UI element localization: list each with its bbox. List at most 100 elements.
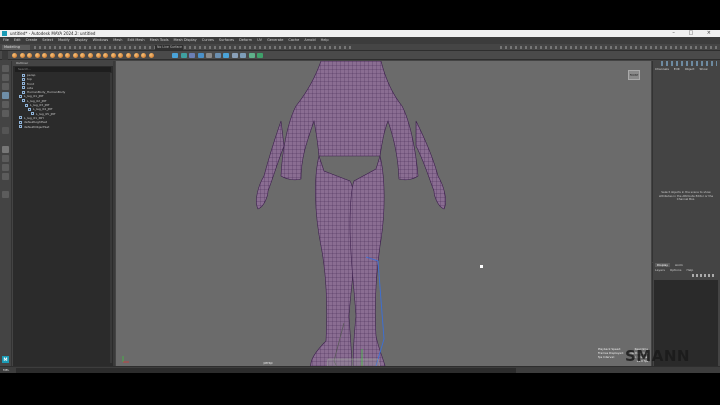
shelf-primitive-icon[interactable] xyxy=(50,53,55,58)
menu-file[interactable]: File xyxy=(3,38,9,42)
shelf-primitive-icon[interactable] xyxy=(80,53,86,58)
shelf-primitive-icon[interactable] xyxy=(126,53,131,58)
shelf-tool-icon[interactable] xyxy=(180,53,187,58)
shelf-primitive-icon[interactable] xyxy=(12,53,17,58)
menu-mesh-display[interactable]: Mesh Display xyxy=(174,38,197,42)
shelf-primitive-icon[interactable] xyxy=(34,53,40,58)
last-tool-icon[interactable] xyxy=(2,127,9,134)
layer-buttons[interactable] xyxy=(692,274,716,277)
shelf-tool-icon[interactable] xyxy=(240,53,246,58)
menu-edit[interactable]: Edit xyxy=(14,38,21,42)
shelf-tool-icon[interactable] xyxy=(223,53,229,58)
paint-select-icon[interactable] xyxy=(2,83,9,90)
outliner-scrollbar[interactable] xyxy=(110,73,112,363)
close-button[interactable]: × xyxy=(707,30,717,36)
command-language-label[interactable]: MEL xyxy=(3,368,9,372)
menu-modify[interactable]: Modify xyxy=(58,38,70,42)
shelf-tool-icon[interactable] xyxy=(248,53,255,58)
shelf-primitive-icon[interactable] xyxy=(88,53,93,58)
outliner-item[interactable]: defaultObjectSet xyxy=(13,125,113,129)
tab-anim[interactable]: Anim xyxy=(675,263,683,267)
shelf-tool-icon[interactable] xyxy=(257,53,263,58)
menu-create[interactable]: Create xyxy=(26,38,38,42)
menu-display[interactable]: Display xyxy=(75,38,88,42)
scale-tool-icon[interactable] xyxy=(2,110,9,117)
shelf-primitive-icon[interactable] xyxy=(57,53,63,58)
attribute-editor-icons[interactable] xyxy=(661,61,717,66)
ae-tab-object[interactable]: Object xyxy=(685,67,695,71)
body-mesh[interactable] xyxy=(256,61,446,366)
select-tool-icon[interactable] xyxy=(2,65,9,72)
persp-viewport[interactable]: FRONT Playback Speed: Real-time Frames Dis… xyxy=(116,61,651,366)
live-surface-field[interactable]: No Live Surface xyxy=(155,45,183,50)
single-perspective-icon[interactable] xyxy=(2,146,9,153)
menu-deform[interactable]: Deform xyxy=(239,38,252,42)
menu-mesh-tools[interactable]: Mesh Tools xyxy=(150,38,169,42)
shelf-tool-icon[interactable] xyxy=(197,53,204,58)
attribute-editor: Channels Edit Object Show Select objects in… xyxy=(652,61,718,262)
move-tool-icon[interactable] xyxy=(2,92,9,99)
lasso-tool-icon[interactable] xyxy=(2,74,9,81)
shelf-primitive-icon[interactable] xyxy=(27,53,33,58)
layer-menu-layers[interactable]: Layers xyxy=(655,268,665,272)
left-arm-mesh[interactable] xyxy=(256,120,285,210)
render-icons[interactable] xyxy=(500,46,720,49)
menu-mesh[interactable]: Mesh xyxy=(113,38,122,42)
shelf-tool-icon[interactable] xyxy=(214,53,221,58)
menu-cache[interactable]: Cache xyxy=(288,38,299,42)
foot-control[interactable] xyxy=(326,358,384,366)
menu-edit-mesh[interactable]: Edit Mesh xyxy=(127,38,144,42)
torso-mesh[interactable] xyxy=(280,61,419,181)
shelf-tool-icon[interactable] xyxy=(206,53,212,58)
view-cube[interactable]: FRONT xyxy=(628,70,640,80)
right-leg-mesh[interactable] xyxy=(349,154,386,366)
right-arm-mesh[interactable] xyxy=(415,120,446,210)
tab-display[interactable]: Display xyxy=(655,263,671,267)
shelf-tool-icon[interactable] xyxy=(189,53,195,58)
node-type-icon xyxy=(22,86,25,90)
ae-tab-show[interactable]: Show xyxy=(699,67,707,71)
status-line-icons[interactable] xyxy=(34,46,354,49)
shelf-primitive-icon[interactable] xyxy=(42,53,48,58)
persp-graph-icon[interactable] xyxy=(2,173,9,180)
menu-arnold[interactable]: Arnold xyxy=(304,38,315,42)
layer-menu-help[interactable]: Help xyxy=(686,268,693,272)
left-leg-mesh[interactable] xyxy=(310,154,357,366)
maya-app-icon xyxy=(2,31,7,36)
menu-select[interactable]: Select xyxy=(42,38,53,42)
menu-generate[interactable]: Generate xyxy=(267,38,283,42)
menu-uv[interactable]: UV xyxy=(257,38,262,42)
shelf-primitive-icon[interactable] xyxy=(110,53,116,58)
shelf-primitive-icon[interactable] xyxy=(95,53,101,58)
shelf-primitive-icon[interactable] xyxy=(141,53,147,58)
shelf-primitive-icon[interactable] xyxy=(148,53,154,58)
shelf-primitive-icon[interactable] xyxy=(19,53,25,58)
persp-outliner-icon[interactable] xyxy=(2,164,9,171)
menu-windows[interactable]: Windows xyxy=(93,38,109,42)
ae-tab-channels[interactable]: Channels xyxy=(655,67,669,71)
shelf-tool-icon[interactable] xyxy=(172,53,178,58)
shelf-primitive-icon[interactable] xyxy=(103,53,109,58)
outliner-search[interactable]: Search... xyxy=(15,67,111,72)
mouse-cursor xyxy=(480,265,483,268)
shelf-primitive-icon[interactable] xyxy=(133,53,139,58)
shelf-tabs[interactable] xyxy=(2,51,8,60)
menu-set-dropdown[interactable]: Modeling xyxy=(2,45,30,50)
node-type-icon xyxy=(22,99,25,103)
rotate-tool-icon[interactable] xyxy=(2,101,9,108)
shelf-primitive-icon[interactable] xyxy=(65,53,71,58)
shelf-primitive-icon[interactable] xyxy=(72,53,78,58)
zoom-icon[interactable] xyxy=(2,191,9,198)
four-view-icon[interactable] xyxy=(2,155,9,162)
shelf-tool-icon[interactable] xyxy=(231,53,238,58)
ae-tab-edit[interactable]: Edit xyxy=(674,67,680,71)
menu-curves[interactable]: Curves xyxy=(202,38,214,42)
layer-menu-options[interactable]: Options xyxy=(670,268,682,272)
maximize-button[interactable]: □ xyxy=(688,30,699,36)
command-input[interactable] xyxy=(16,368,516,373)
menu-help[interactable]: Help xyxy=(321,38,329,42)
outliner-title: Outliner xyxy=(13,61,113,66)
minimize-button[interactable]: – xyxy=(672,30,681,36)
menu-surfaces[interactable]: Surfaces xyxy=(219,38,234,42)
shelf-primitive-icon[interactable] xyxy=(118,53,124,58)
